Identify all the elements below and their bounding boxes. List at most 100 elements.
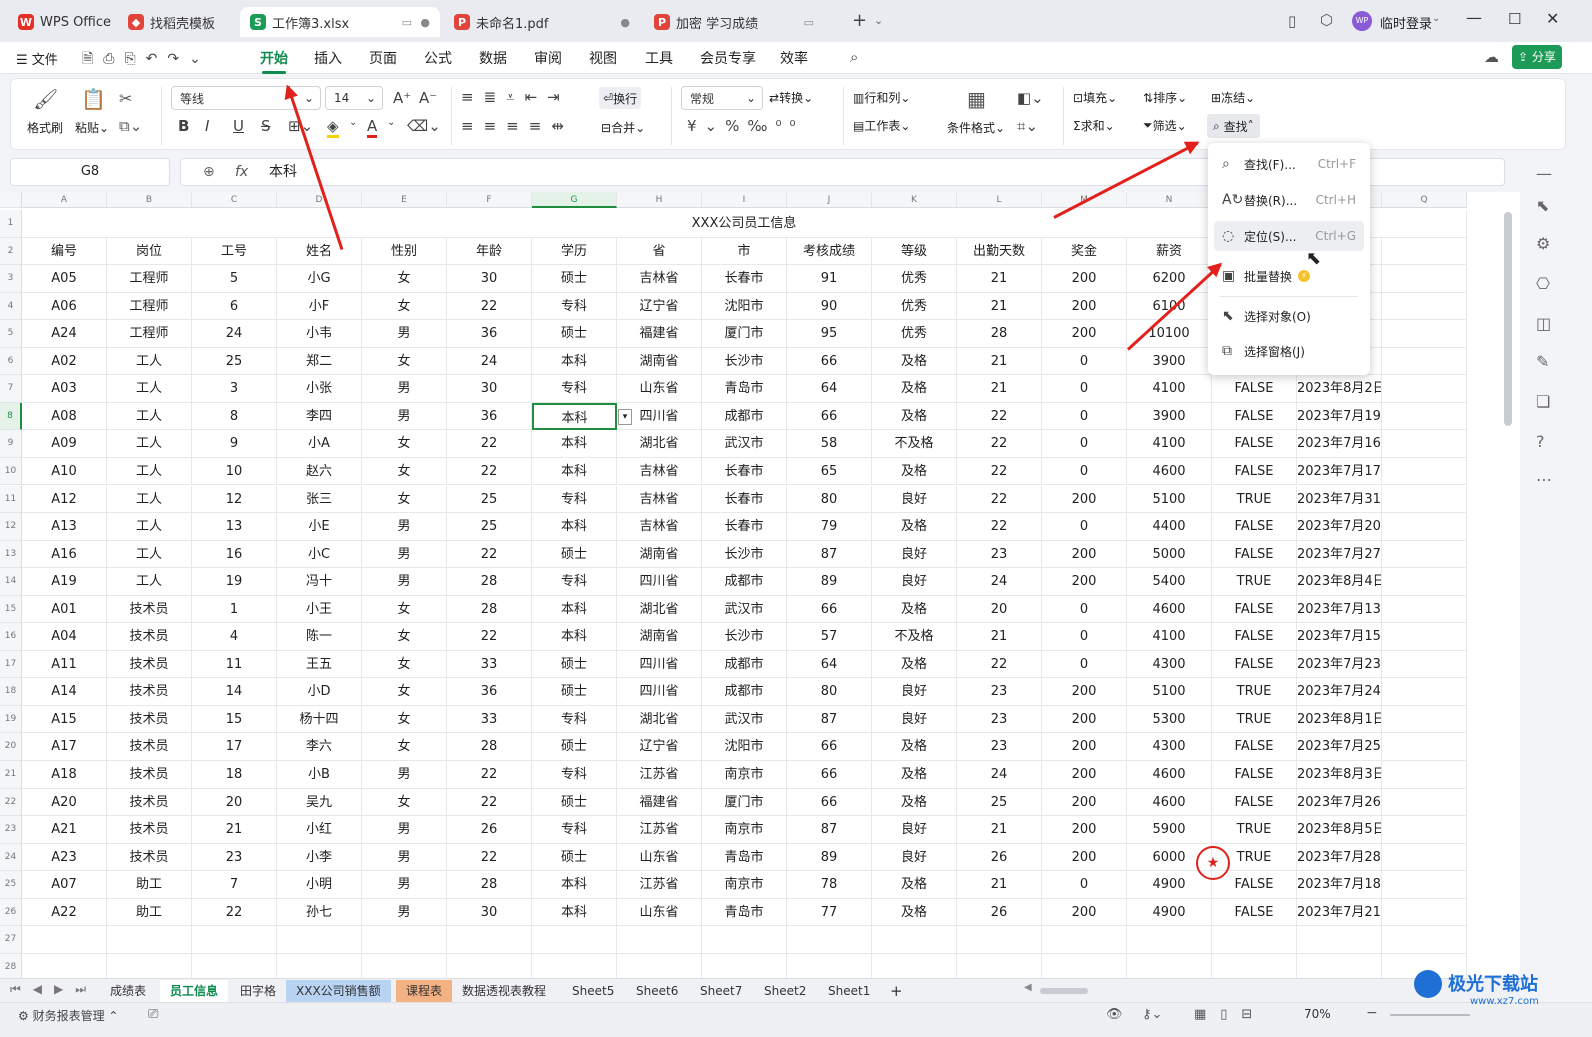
table-cell[interactable]: 小A — [277, 430, 362, 458]
table-cell[interactable]: A02 — [22, 347, 107, 376]
table-cell[interactable]: 本科 — [532, 871, 617, 899]
table-cell[interactable]: 0 — [1042, 375, 1127, 403]
table-cell[interactable]: 小F — [277, 292, 362, 321]
table-cell[interactable]: 福建省 — [617, 788, 702, 817]
table-cell[interactable]: 湖南省 — [617, 540, 702, 569]
view-mode-icons[interactable]: ▦▯⊟ — [1194, 1007, 1266, 1022]
header-cell[interactable]: 年龄 — [447, 237, 532, 266]
table-cell[interactable] — [1382, 292, 1467, 321]
header-cell[interactable]: 奖金 — [1042, 237, 1127, 266]
table-style-icon[interactable]: ◧⌄ — [1017, 89, 1044, 107]
table-cell[interactable]: 男 — [362, 843, 447, 872]
table-cell[interactable]: 及格 — [872, 650, 957, 679]
table-cell[interactable]: 4100 — [1127, 375, 1212, 403]
table-cell[interactable]: 王五 — [277, 650, 362, 679]
table-cell[interactable]: 5100 — [1127, 678, 1212, 706]
table-cell[interactable]: 66 — [787, 402, 872, 431]
empty-cell[interactable] — [362, 926, 447, 954]
table-cell[interactable]: 青岛市 — [702, 843, 787, 872]
table-cell[interactable]: A10 — [22, 457, 107, 486]
empty-cell[interactable] — [277, 953, 362, 978]
empty-cell[interactable] — [362, 953, 447, 978]
table-cell[interactable] — [1382, 320, 1467, 348]
eraser-icon[interactable]: ⌫⌄ — [407, 117, 441, 135]
table-cell[interactable]: 23 — [957, 678, 1042, 706]
table-cell[interactable]: 小李 — [277, 843, 362, 872]
zoom-icon[interactable]: ⊕ — [203, 159, 215, 185]
table-cell[interactable]: 200 — [1042, 265, 1127, 293]
table-cell[interactable]: 工人 — [107, 568, 192, 596]
table-cell[interactable]: 14 — [192, 678, 277, 706]
table-cell[interactable]: 23 — [957, 540, 1042, 569]
tab-wps-office[interactable]: W WPS Office — [8, 7, 112, 37]
table-cell[interactable] — [1382, 871, 1467, 899]
empty-cell[interactable] — [872, 926, 957, 954]
find-menu-item[interactable]: ⌕ 查找(F)... Ctrl+F — [1214, 149, 1364, 179]
table-cell[interactable]: 33 — [447, 650, 532, 679]
table-cell[interactable] — [1382, 568, 1467, 596]
header-cell[interactable]: 薪资 — [1127, 237, 1212, 266]
table-cell[interactable]: 200 — [1042, 320, 1127, 348]
cube-icon[interactable]: ⬡ — [1320, 11, 1333, 29]
empty-cell[interactable] — [702, 953, 787, 978]
table-cell[interactable]: 2023年8月4日 — [1297, 568, 1382, 596]
table-cell[interactable]: A15 — [22, 705, 107, 734]
table-cell[interactable] — [1382, 761, 1467, 789]
table-cell[interactable]: A17 — [22, 733, 107, 761]
table-cell[interactable]: 武汉市 — [702, 430, 787, 458]
empty-cell[interactable] — [617, 953, 702, 978]
table-cell[interactable]: 男 — [362, 898, 447, 927]
table-cell[interactable]: 专科 — [532, 816, 617, 844]
table-cell[interactable]: 本科 — [532, 898, 617, 927]
table-cell[interactable] — [1382, 430, 1467, 458]
table-cell[interactable]: 9 — [192, 430, 277, 458]
empty-cell[interactable] — [1127, 926, 1212, 954]
empty-cell[interactable] — [192, 926, 277, 954]
table-cell[interactable] — [1382, 513, 1467, 541]
paste-button[interactable]: 粘贴 ⌄ — [75, 119, 109, 136]
table-cell[interactable]: 吉林省 — [617, 485, 702, 514]
empty-cell[interactable] — [957, 953, 1042, 978]
table-cell[interactable]: 21 — [957, 623, 1042, 651]
table-cell[interactable]: 80 — [787, 485, 872, 514]
table-cell[interactable]: 26 — [957, 843, 1042, 872]
table-cell[interactable]: 女 — [362, 623, 447, 651]
table-cell[interactable] — [1382, 402, 1467, 431]
table-cell[interactable]: 硕士 — [532, 678, 617, 706]
font-size-select[interactable]: 14 ⌄ — [325, 86, 383, 110]
table-cell[interactable]: FALSE — [1212, 513, 1297, 541]
tab-page[interactable]: 页面 — [369, 48, 397, 68]
table-cell[interactable]: 冯十 — [277, 568, 362, 596]
table-cell[interactable]: 技术员 — [107, 816, 192, 844]
merge-button[interactable]: ⊟ 合并 ⌄ — [601, 119, 645, 136]
table-cell[interactable]: 沈阳市 — [702, 292, 787, 321]
chart-icon[interactable]: ◫ — [1536, 314, 1551, 333]
unsaved-dot-icon[interactable]: ● — [420, 16, 430, 29]
tab-workbook[interactable]: S 工作簿3.xlsx ▭ ● — [240, 7, 440, 37]
table-cell[interactable]: 孙七 — [277, 898, 362, 927]
tab-template[interactable]: ◆ 找稻壳模板 — [118, 7, 236, 37]
empty-cell[interactable] — [1382, 926, 1467, 954]
table-cell[interactable]: 男 — [362, 871, 447, 899]
table-cell[interactable]: 专科 — [532, 761, 617, 789]
table-cell[interactable]: A01 — [22, 595, 107, 624]
table-cell[interactable]: 4600 — [1127, 761, 1212, 789]
table-cell[interactable]: 36 — [447, 320, 532, 348]
table-cell[interactable]: A19 — [22, 568, 107, 596]
table-cell[interactable]: 4300 — [1127, 733, 1212, 761]
cloud-icon[interactable]: ☁ — [1484, 48, 1499, 66]
table-cell[interactable]: A18 — [22, 761, 107, 789]
table-cell[interactable]: 江苏省 — [617, 816, 702, 844]
table-cell[interactable]: 65 — [787, 457, 872, 486]
table-cell[interactable]: 26 — [957, 898, 1042, 927]
empty-cell[interactable] — [1127, 953, 1212, 978]
header-cell[interactable]: 工号 — [192, 237, 277, 266]
empty-cell[interactable] — [277, 926, 362, 954]
table-cell[interactable]: 硕士 — [532, 540, 617, 569]
table-cell[interactable] — [1382, 705, 1467, 734]
table-cell[interactable]: 24 — [447, 347, 532, 376]
table-cell[interactable]: 22 — [957, 513, 1042, 541]
table-cell[interactable]: 4 — [192, 623, 277, 651]
sheet-tab[interactable]: Sheet1 — [818, 980, 880, 1002]
table-cell[interactable] — [1382, 788, 1467, 817]
